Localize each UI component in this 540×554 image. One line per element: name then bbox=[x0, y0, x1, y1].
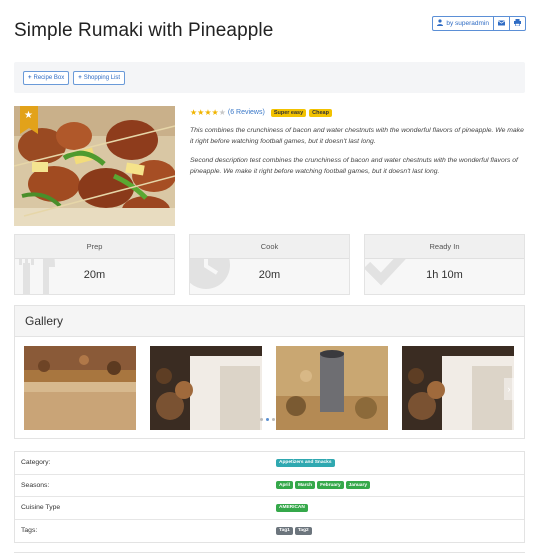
author-label: by superadmin bbox=[446, 20, 489, 27]
rating-row: ★★★★★ (6 Reviews) Super easy Cheap bbox=[190, 108, 332, 117]
gallery-title: Gallery bbox=[15, 306, 524, 337]
tags-row: Tags: Tag1 Tag2 bbox=[15, 520, 524, 543]
plus-icon: + bbox=[28, 74, 32, 81]
category-tag[interactable]: Appetizers and Snacks bbox=[276, 458, 335, 467]
prep-label: Prep bbox=[15, 235, 174, 259]
recipe-toolbar: + Recipe Box + Shopping List bbox=[14, 62, 525, 93]
page-title: Simple Rumaki with Pineapple bbox=[14, 20, 274, 41]
recipe-photo bbox=[14, 106, 175, 226]
season-tag[interactable]: February bbox=[317, 481, 344, 490]
gallery-indicators bbox=[260, 418, 275, 421]
ready-value: 1h 10m bbox=[426, 269, 463, 281]
season-tag[interactable]: March bbox=[294, 481, 316, 490]
cuisine-row: Cuisine Type AMERICAN bbox=[15, 497, 524, 520]
gallery-image[interactable] bbox=[276, 346, 388, 430]
plus-icon: + bbox=[78, 74, 82, 81]
recipe-box-label: Recipe Box bbox=[33, 74, 65, 81]
cost-badge: Cheap bbox=[309, 108, 332, 117]
shopping-list-label: Shopping List bbox=[83, 74, 121, 81]
ready-time-card: Ready In 1h 10m bbox=[364, 234, 525, 295]
featured-ribbon: ★ bbox=[20, 106, 38, 134]
star-icon: ★ bbox=[211, 108, 219, 117]
gallery-image[interactable] bbox=[24, 346, 136, 430]
cook-value: 20m bbox=[258, 269, 281, 281]
reviews-link[interactable]: (6 Reviews) bbox=[228, 109, 265, 116]
cook-label: Cook bbox=[190, 235, 349, 259]
recipe-meta-table: Category: Appetizers and Snacks Seasons:… bbox=[14, 451, 525, 543]
gallery-image[interactable] bbox=[150, 346, 262, 430]
seasons-label: Seasons: bbox=[21, 481, 50, 489]
tags-label: Tags: bbox=[21, 527, 38, 535]
tag-chip[interactable]: Tag1 bbox=[276, 526, 293, 535]
seasons-row: Seasons: April March February January bbox=[15, 475, 524, 497]
recipe-description-secondary: Second description test combines the cru… bbox=[190, 157, 518, 175]
gallery-panel: Gallery › bbox=[14, 305, 525, 439]
recipe-description: This combines the crunchiness of bacon a… bbox=[190, 127, 524, 145]
recipe-box-button[interactable]: + Recipe Box bbox=[23, 70, 70, 85]
author-button[interactable]: by superadmin bbox=[432, 16, 494, 31]
star-empty-icon: ★ bbox=[218, 108, 226, 117]
star-icon: ★ bbox=[24, 110, 33, 121]
season-tag[interactable]: April bbox=[276, 481, 293, 490]
shopping-list-button[interactable]: + Shopping List bbox=[73, 70, 126, 85]
gallery-image[interactable] bbox=[402, 346, 514, 430]
gallery-next-button[interactable]: › bbox=[504, 378, 514, 400]
season-tag[interactable]: January bbox=[345, 481, 371, 490]
user-actions: by superadmin bbox=[432, 16, 526, 31]
print-button[interactable] bbox=[510, 16, 526, 31]
gallery-dot-active[interactable] bbox=[266, 418, 269, 421]
cook-time-card: Cook 20m bbox=[189, 234, 350, 295]
tag-chip[interactable]: Tag2 bbox=[294, 526, 312, 535]
user-icon bbox=[437, 19, 444, 28]
difficulty-badge: Super easy bbox=[270, 108, 307, 117]
cuisine-label: Cuisine Type bbox=[21, 504, 61, 512]
category-label: Category: bbox=[21, 459, 51, 467]
star-rating: ★★★★★ bbox=[190, 108, 226, 117]
email-button[interactable] bbox=[494, 16, 510, 31]
category-row: Category: Appetizers and Snacks bbox=[15, 452, 524, 475]
gallery-dot[interactable] bbox=[260, 418, 263, 421]
prep-value: 20m bbox=[83, 269, 106, 281]
divider bbox=[14, 552, 525, 553]
cuisine-tag[interactable]: AMERICAN bbox=[276, 503, 308, 512]
gallery-dot[interactable] bbox=[272, 418, 275, 421]
star-icon: ★ bbox=[204, 108, 212, 117]
prep-time-card: Prep 20m bbox=[14, 234, 175, 295]
printer-icon bbox=[514, 19, 521, 28]
envelope-icon bbox=[497, 20, 506, 28]
ready-label: Ready In bbox=[365, 235, 524, 259]
